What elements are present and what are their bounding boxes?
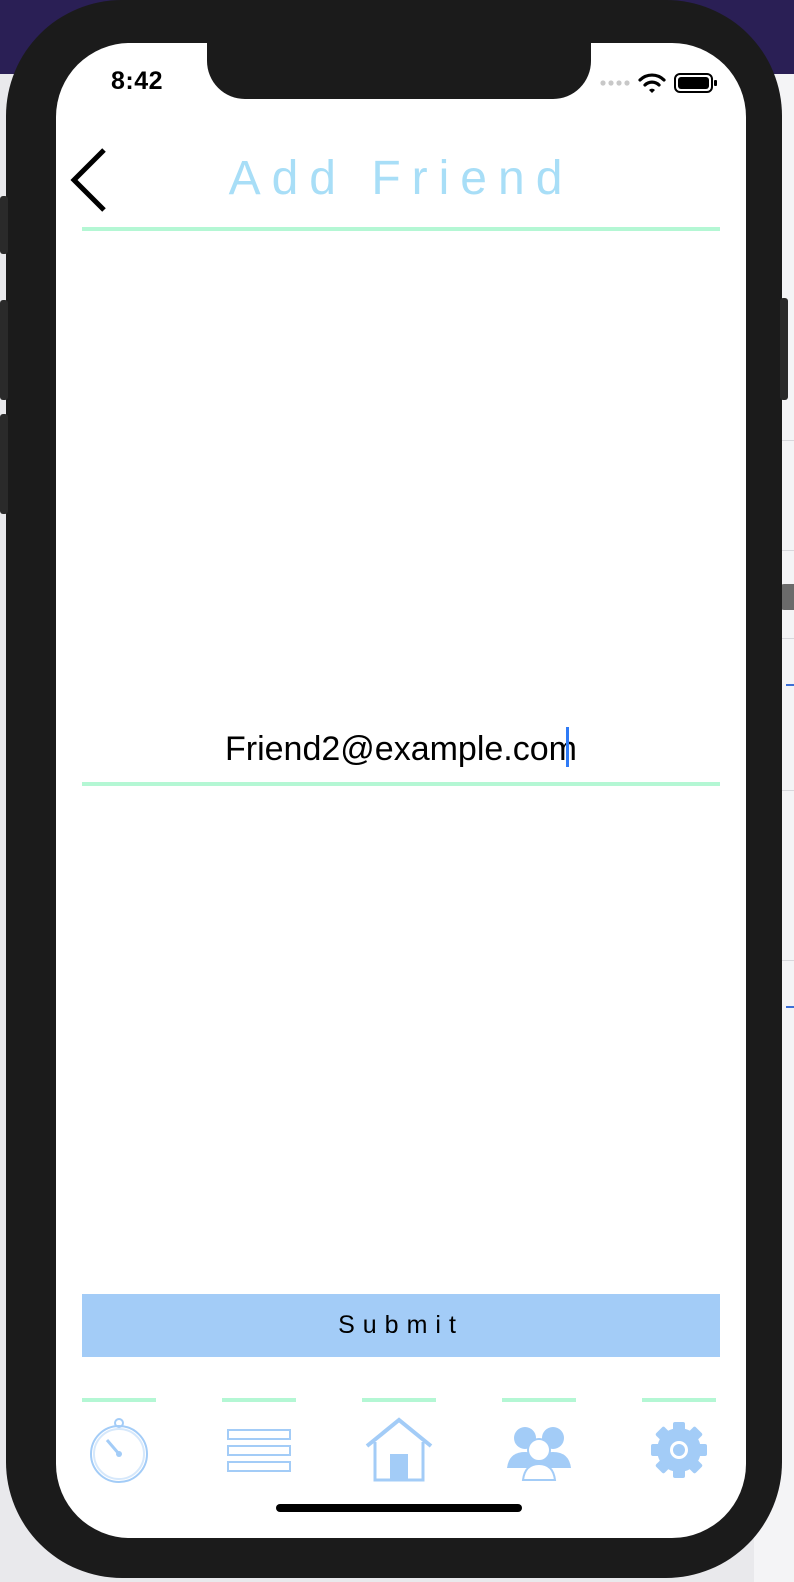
app-screen: 8:42 Add Friend Friend2@example.com Subm… [56,43,746,1538]
email-field[interactable] [82,723,720,775]
tab-friends[interactable] [502,1398,576,1498]
device-frame: 8:42 Add Friend Friend2@example.com Subm… [0,0,788,1578]
status-time: 8:42 [111,67,164,95]
home-icon [365,1417,433,1482]
tab-settings[interactable] [642,1398,716,1498]
friends-icon [507,1427,571,1481]
tab-stopwatch[interactable] [82,1398,156,1498]
list-icon [227,1429,291,1472]
tab-indicator [642,1398,716,1402]
power-button [780,298,788,400]
tab-indicator [82,1398,156,1402]
volume-down-button [0,414,8,514]
mute-switch [0,196,8,254]
wifi-icon [638,73,666,93]
tab-home[interactable] [362,1398,436,1498]
tab-indicator [362,1398,436,1402]
stopwatch-icon [90,1418,148,1483]
status-icons [600,71,718,95]
tab-indicator [222,1398,296,1402]
notch [207,43,591,99]
page-title: Add Friend [228,152,574,205]
home-indicator[interactable] [276,1504,522,1512]
gear-icon [651,1422,707,1478]
battery-icon [674,73,717,93]
background-handle [780,584,794,610]
title-divider [82,227,720,231]
submit-button[interactable]: Submit [82,1294,720,1357]
email-input[interactable] [82,723,720,775]
signal-icon [600,80,630,86]
input-underline [82,782,720,786]
tab-bar [56,1398,746,1498]
text-caret [566,727,569,767]
tab-indicator [502,1398,576,1402]
volume-up-button [0,300,8,400]
tab-list[interactable] [222,1398,296,1498]
